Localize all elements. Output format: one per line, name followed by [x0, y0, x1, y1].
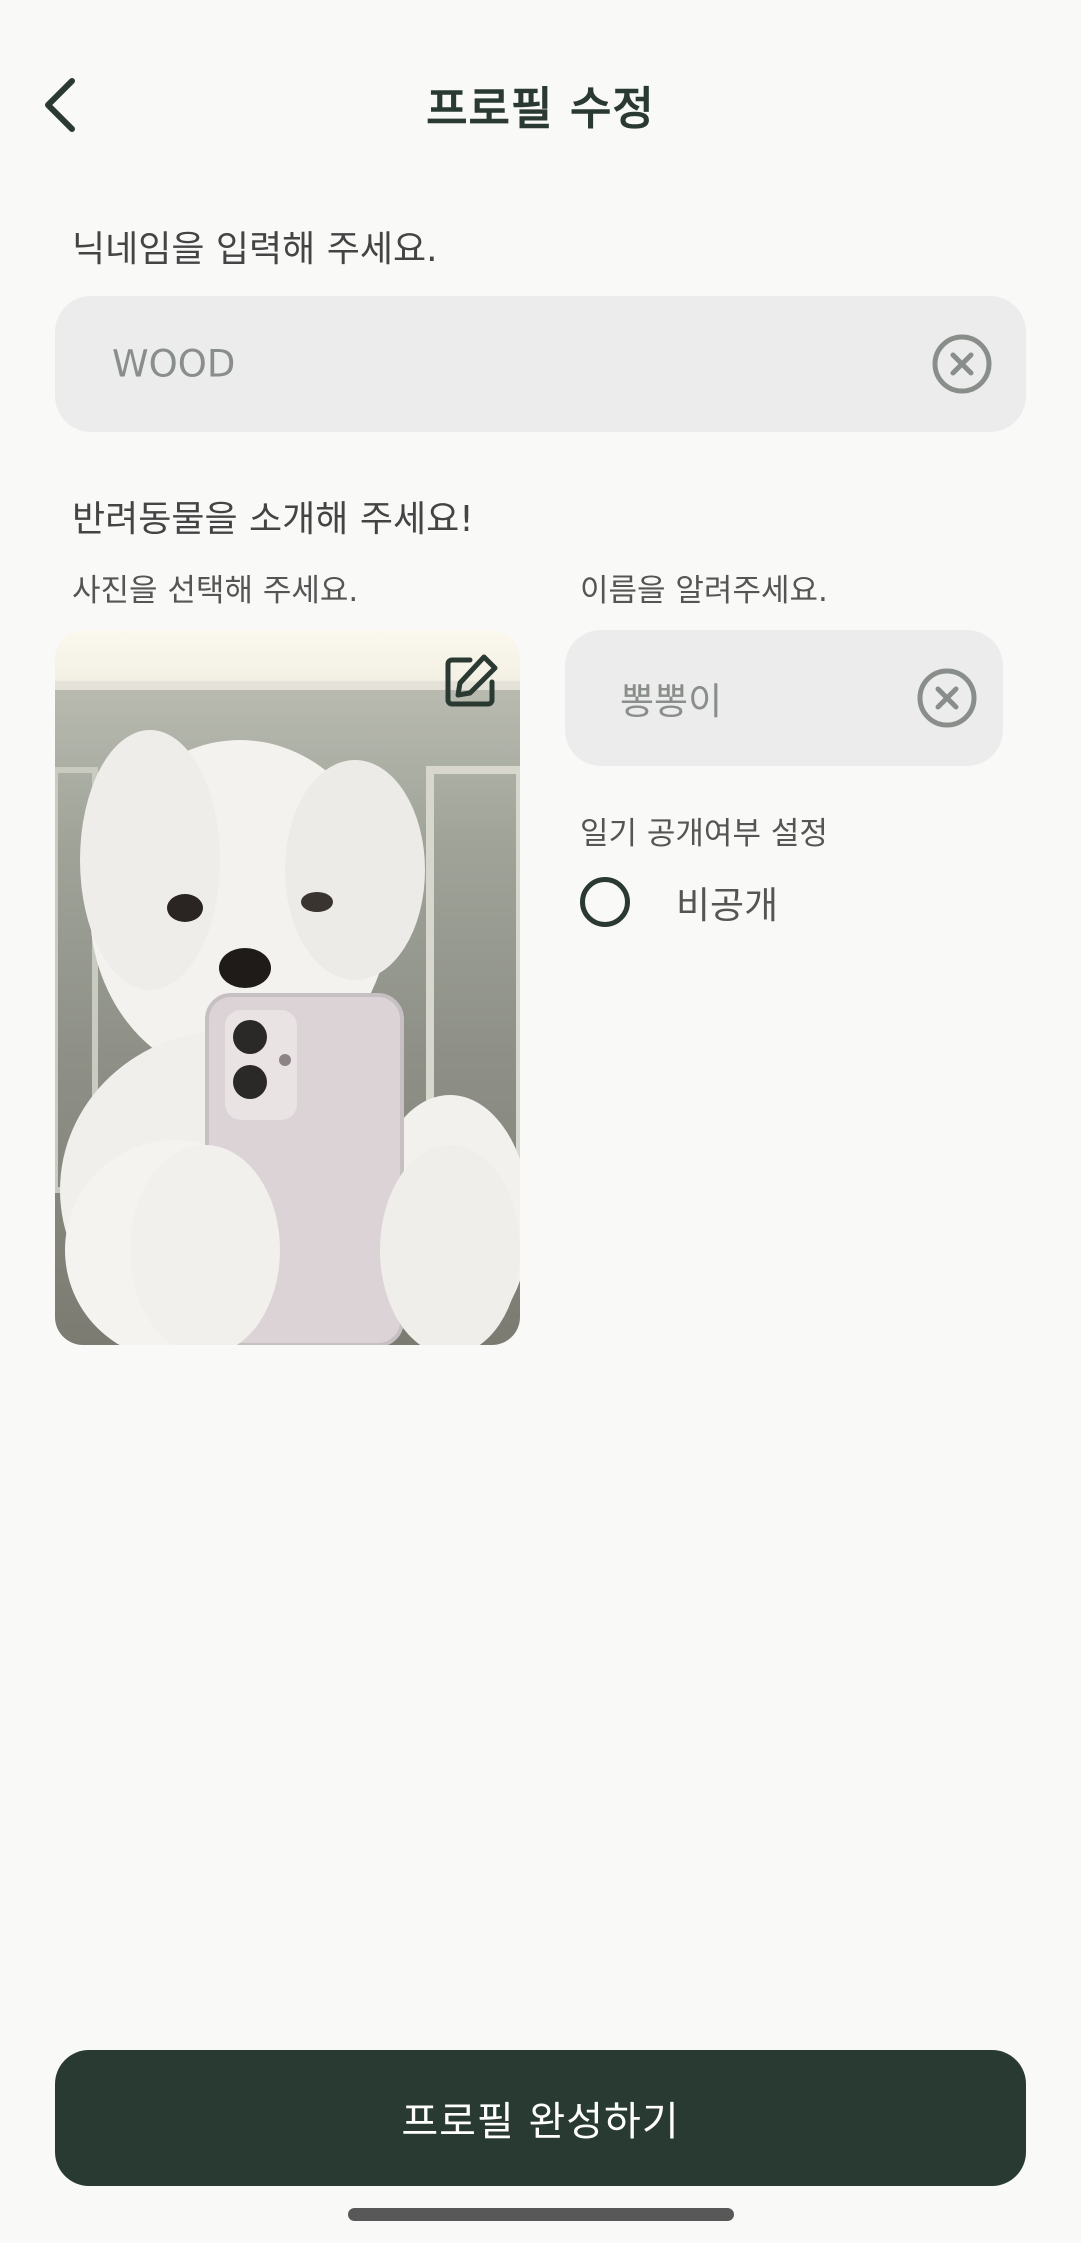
- pet-name-label: 이름을 알려주세요.: [580, 573, 828, 609]
- clear-circle-icon[interactable]: [916, 667, 978, 729]
- diary-visibility-label: 일기 공개여부 설정: [580, 816, 828, 852]
- profile-edit-screen: 프로필 수정 닉네임을 입력해 주세요. WOOD 반려동물을 소개해 주세요!…: [0, 0, 1081, 2243]
- nickname-input[interactable]: WOOD: [55, 296, 1026, 432]
- home-indicator: [348, 2208, 734, 2221]
- page-title: 프로필 수정: [426, 82, 655, 135]
- complete-profile-button[interactable]: 프로필 완성하기: [55, 2050, 1026, 2186]
- edit-icon: [445, 654, 498, 707]
- radio-circle-icon[interactable]: [580, 877, 630, 927]
- private-radio-option[interactable]: 비공개: [580, 870, 778, 934]
- pet-photo[interactable]: [55, 630, 520, 1345]
- nickname-value: WOOD: [112, 342, 236, 386]
- clear-circle-icon[interactable]: [931, 333, 993, 395]
- photo-label: 사진을 선택해 주세요.: [72, 573, 359, 609]
- photo-edit-button[interactable]: [440, 652, 500, 712]
- pet-section-label: 반려동물을 소개해 주세요!: [72, 499, 474, 540]
- pet-name-value: 뽕뽕이: [620, 680, 723, 723]
- private-option-label: 비공개: [676, 884, 779, 927]
- pet-name-input[interactable]: 뽕뽕이: [565, 630, 1003, 766]
- pet-photo-image: [55, 682, 520, 1345]
- nickname-label: 닉네임을 입력해 주세요.: [72, 229, 438, 270]
- header: 프로필 수정: [0, 0, 1081, 210]
